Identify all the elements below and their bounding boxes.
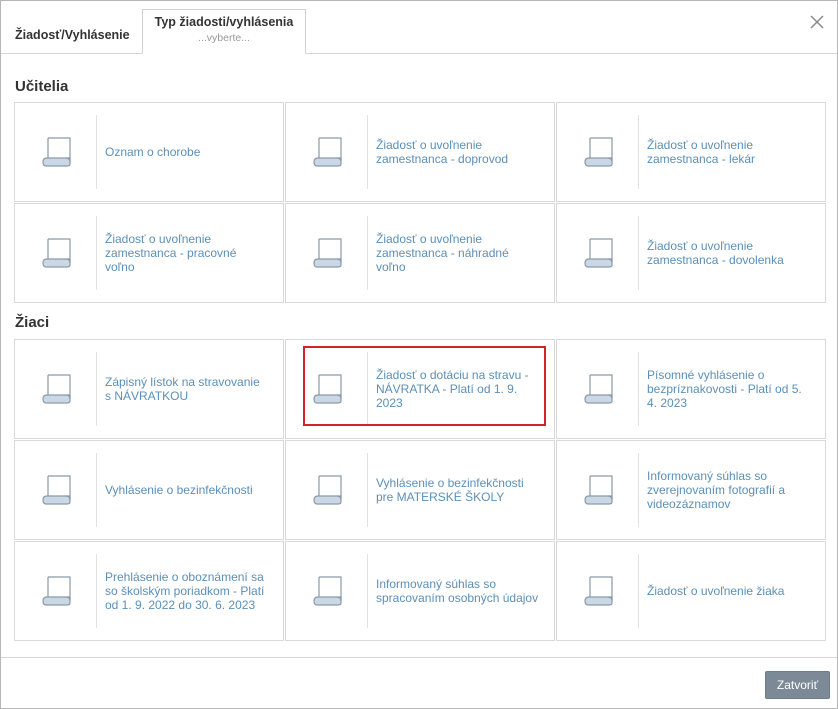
card-icon-area — [286, 103, 368, 201]
card-divider — [96, 352, 97, 426]
request-card[interactable]: Oznam o chorobe — [14, 102, 284, 202]
request-card[interactable]: Zápisný lístok na stravovanie s NÁVRATKO… — [14, 339, 284, 439]
document-scroll-icon — [582, 575, 616, 607]
card-divider — [367, 115, 368, 189]
card-label: Vyhlásenie o bezinfekčnosti — [105, 483, 253, 497]
document-scroll-icon — [582, 373, 616, 405]
document-scroll-icon — [311, 237, 345, 269]
card-label: Žiadosť o uvoľnenie zamestnanca - dovole… — [647, 239, 784, 267]
request-type-dialog: Žiadosť/Vyhlásenie Typ žiadosti/vyhlásen… — [0, 0, 838, 709]
card-label: Žiadosť o uvoľnenie zamestnanca - náhrad… — [376, 232, 509, 274]
card-label: Žiadosť o uvoľnenie zamestnanca - pracov… — [105, 232, 237, 274]
card-divider — [96, 554, 97, 628]
request-card[interactable]: Prehlásenie o oboznámení sa so školským … — [14, 541, 284, 641]
request-card[interactable]: Žiadosť o uvoľnenie zamestnanca - lekár — [556, 102, 826, 202]
card-divider — [638, 352, 639, 426]
card-divider — [96, 115, 97, 189]
document-scroll-icon — [311, 136, 345, 168]
card-divider — [638, 453, 639, 527]
tab-request-label: Žiadosť/Vyhlásenie — [15, 28, 130, 42]
card-label: Zápisný lístok na stravovanie s NÁVRATKO… — [105, 375, 260, 403]
document-scroll-icon — [311, 575, 345, 607]
card-divider — [367, 352, 368, 426]
card-divider — [638, 115, 639, 189]
request-card[interactable]: Žiadosť o uvoľnenie zamestnanca - doprov… — [285, 102, 555, 202]
card-label: Informovaný súhlas so spracovaním osobný… — [376, 577, 539, 605]
request-card[interactable]: Žiadosť o uvoľnenie žiaka — [556, 541, 826, 641]
card-divider — [367, 216, 368, 290]
document-scroll-icon — [582, 237, 616, 269]
request-card[interactable]: Vyhlásenie o bezinfekčnosti — [14, 440, 284, 540]
request-card[interactable]: Žiadosť o uvoľnenie zamestnanca - náhrad… — [285, 203, 555, 303]
document-scroll-icon — [311, 373, 345, 405]
document-scroll-icon — [40, 237, 74, 269]
tab-request-type-label: Typ žiadosti/vyhlásenia — [154, 15, 294, 29]
document-scroll-icon — [582, 474, 616, 506]
document-scroll-icon — [582, 136, 616, 168]
card-divider — [367, 453, 368, 527]
card-icon-area — [15, 103, 97, 201]
tab-request-type[interactable]: Typ žiadosti/vyhlásenia ...vyberte... — [142, 9, 306, 54]
tab-request[interactable]: Žiadosť/Vyhlásenie — [1, 1, 141, 53]
card-icon-area — [15, 340, 97, 438]
card-divider — [638, 216, 639, 290]
card-icon-area — [15, 204, 97, 302]
card-label: Žiadosť o dotáciu na stravu - NÁVRATKA -… — [376, 368, 529, 410]
card-icon-area — [286, 204, 368, 302]
request-card[interactable]: Informovaný súhlas so zverejnovaním foto… — [556, 440, 826, 540]
card-label: Prehlásenie o oboznámení sa so školským … — [105, 570, 265, 612]
card-icon-area — [557, 204, 639, 302]
document-scroll-icon — [40, 474, 74, 506]
card-label: Oznam o chorobe — [105, 145, 201, 159]
card-icon-area — [286, 542, 368, 640]
card-icon-area — [286, 340, 368, 438]
dialog-footer: Zatvoriť — [1, 658, 837, 708]
document-scroll-icon — [311, 474, 345, 506]
card-label: Žiadosť o uvoľnenie žiaka — [647, 584, 785, 598]
request-card[interactable]: Žiadosť o uvoľnenie zamestnanca - pracov… — [14, 203, 284, 303]
tab-bar: Žiadosť/Vyhlásenie Typ žiadosti/vyhlásen… — [1, 1, 837, 54]
close-button[interactable]: Zatvoriť — [765, 671, 830, 699]
card-icon-area — [557, 441, 639, 539]
card-icon-area — [15, 542, 97, 640]
document-scroll-icon — [40, 136, 74, 168]
document-scroll-icon — [40, 575, 74, 607]
document-scroll-icon — [40, 373, 74, 405]
card-icon-area — [557, 340, 639, 438]
tab-request-type-placeholder: ...vyberte... — [198, 32, 250, 44]
card-divider — [638, 554, 639, 628]
section-title-teachers: Učitelia — [15, 78, 69, 95]
card-icon-area — [557, 542, 639, 640]
card-icon-area — [557, 103, 639, 201]
section-title-pupils: Žiaci — [15, 314, 50, 331]
request-card[interactable]: Žiadosť o uvoľnenie zamestnanca - dovole… — [556, 203, 826, 303]
card-label: Žiadosť o uvoľnenie zamestnanca - doprov… — [376, 138, 509, 166]
dialog-content: Učitelia Oznam o chorobe Žiadosť o uvoľne… — [1, 54, 837, 658]
card-label: Písomné vyhlásenie o bezpríznakovosti - … — [647, 368, 802, 410]
card-label: Vyhlásenie o bezinfekčnosti pre MATERSKÉ… — [376, 476, 524, 504]
card-label: Informovaný súhlas so zverejnovaním foto… — [647, 469, 786, 511]
close-icon[interactable] — [807, 12, 827, 32]
card-label: Žiadosť o uvoľnenie zamestnanca - lekár — [647, 138, 756, 166]
card-divider — [96, 453, 97, 527]
card-divider — [367, 554, 368, 628]
request-card[interactable]: Informovaný súhlas so spracovaním osobný… — [285, 541, 555, 641]
card-icon-area — [15, 441, 97, 539]
request-card[interactable]: Vyhlásenie o bezinfekčnosti pre MATERSKÉ… — [285, 440, 555, 540]
request-card[interactable]: Žiadosť o dotáciu na stravu - NÁVRATKA -… — [285, 339, 555, 439]
request-card[interactable]: Písomné vyhlásenie o bezpríznakovosti - … — [556, 339, 826, 439]
card-divider — [96, 216, 97, 290]
card-icon-area — [286, 441, 368, 539]
